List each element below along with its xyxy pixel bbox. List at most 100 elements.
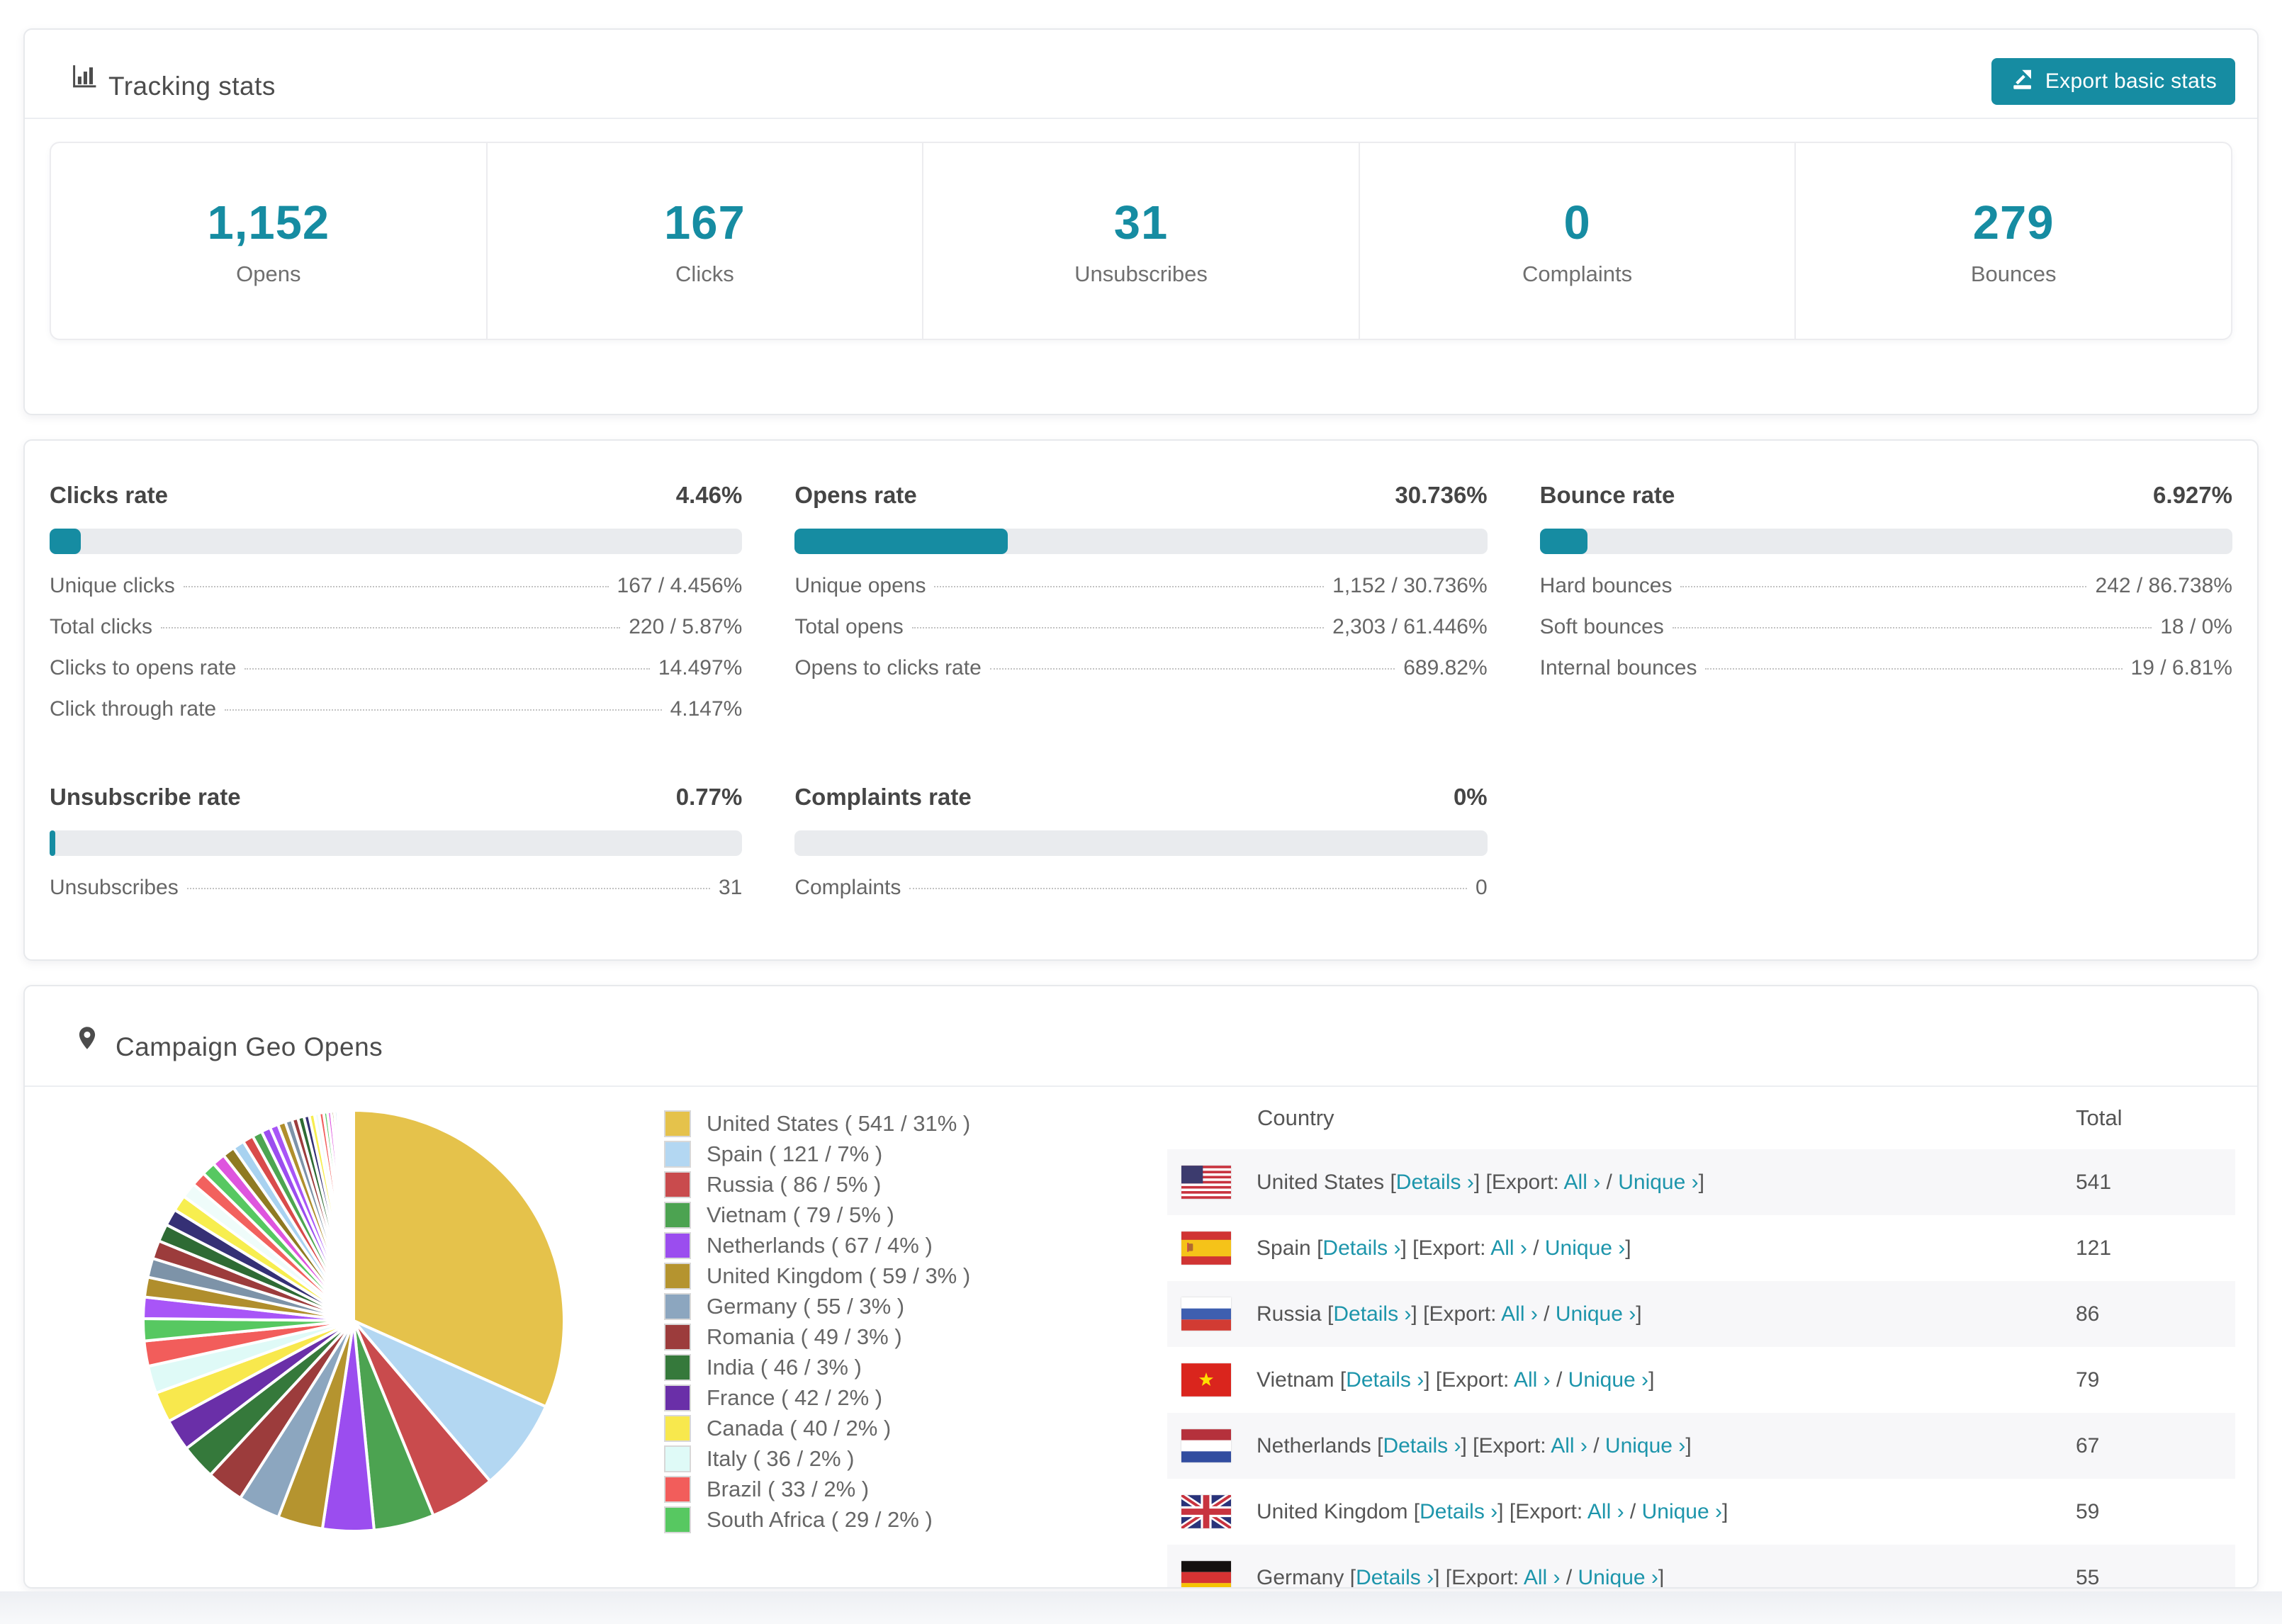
geo-row-total-cell: 79: [2076, 1368, 2100, 1392]
stat-label-complaints: Complaints: [1522, 261, 1633, 286]
country-name: United States: [1257, 1170, 1390, 1194]
campaign-geo-opens-card: Campaign Geo Opens United States ( 541 /…: [23, 985, 2259, 1589]
legend-label: Romania ( 49 / 3% ): [707, 1324, 902, 1349]
bracket: ] [: [1434, 1565, 1452, 1589]
legend-item-united-states: United States ( 541 / 31% ): [664, 1108, 970, 1139]
geo-row-country-cell: Russia [Details ›] [Export: All › / Uniq…: [1167, 1297, 2076, 1331]
legend-label: Brazil ( 33 / 2% ): [707, 1476, 870, 1501]
rate-row-value: 167 / 4.456%: [617, 574, 743, 597]
legend-label: Vietnam ( 79 / 5% ): [707, 1202, 894, 1227]
map-pin-icon: [74, 1022, 100, 1060]
total-column-header: Total: [2076, 1105, 2123, 1130]
export-all-link-vietnam[interactable]: All ›: [1514, 1368, 1551, 1392]
bracket: [: [1349, 1565, 1356, 1589]
legend-label: Netherlands ( 67 / 4% ): [707, 1232, 933, 1258]
country-column-header: Country: [1257, 1105, 1334, 1130]
stat-value-unsubscribes: 31: [1113, 196, 1169, 249]
export-unique-link-vietnam[interactable]: Unique ›: [1568, 1368, 1648, 1392]
summary-stats: 1,152 Opens 167 Clicks 31 Unsubscribes 0 Compla…: [50, 142, 2232, 340]
geo-row-text: United Kingdom [Details ›] [Export: All …: [1257, 1500, 1728, 1524]
export-all-link-united-states[interactable]: All ›: [1564, 1171, 1601, 1194]
bracket: ] [: [1400, 1236, 1419, 1260]
export-unique-link-russia[interactable]: Unique ›: [1556, 1302, 1636, 1326]
export-unique-link-united-states[interactable]: Unique ›: [1618, 1171, 1698, 1194]
details-link-germany[interactable]: Details ›: [1356, 1566, 1434, 1588]
bracket: ]: [1636, 1302, 1642, 1326]
rate-row-unique-clicks: Unique clicks 167 / 4.456%: [50, 574, 742, 615]
export-prefix-label: Export:: [1515, 1499, 1587, 1523]
rate-row-unique-opens: Unique opens 1,152 / 30.736%: [794, 574, 1487, 615]
export-prefix-label: Export:: [1429, 1302, 1502, 1326]
export-basic-stats-button[interactable]: Export basic stats: [1991, 58, 2235, 105]
details-link-netherlands[interactable]: Details ›: [1383, 1434, 1461, 1457]
export-prefix-label: Export:: [1478, 1433, 1551, 1457]
export-unique-link-united-kingdom[interactable]: Unique ›: [1642, 1500, 1722, 1523]
geo-row-text: Vietnam [Details ›] [Export: All › / Uni…: [1257, 1368, 1654, 1392]
bracket: ] [: [1411, 1302, 1429, 1326]
bracket: ] [: [1424, 1368, 1442, 1392]
rate-row-internal-bounces: Internal bounces 19 / 6.81%: [1540, 656, 2232, 697]
export-all-link-spain[interactable]: All ›: [1490, 1236, 1527, 1260]
bracket: ]: [1658, 1565, 1665, 1589]
export-unique-link-netherlands[interactable]: Unique ›: [1605, 1434, 1685, 1457]
legend-label: France ( 42 / 2% ): [707, 1385, 883, 1410]
export-prefix-label: Export:: [1451, 1565, 1524, 1589]
legend-swatch-romania: [664, 1323, 691, 1350]
country-name: United Kingdom: [1257, 1499, 1414, 1523]
rate-title-clicks-rate: Clicks rate: [50, 482, 168, 508]
rate-row-label: Internal bounces: [1539, 656, 1697, 680]
rate-title-unsubscribe-rate: Unsubscribe rate: [50, 784, 241, 810]
pie-slice-other-40[interactable]: [351, 1108, 355, 1322]
legend-label: Italy ( 36 / 2% ): [707, 1445, 855, 1471]
rate-row-label: Click through rate: [50, 697, 217, 721]
legend-swatch-italy: [664, 1445, 691, 1472]
geo-table-row-russia: Russia [Details ›] [Export: All › / Uniq…: [1167, 1281, 2235, 1347]
export-all-link-united-kingdom[interactable]: All ›: [1587, 1500, 1624, 1523]
rate-panel-head-complaints-rate: Complaints rate 0%: [794, 784, 1487, 811]
export-unique-link-spain[interactable]: Unique ›: [1545, 1236, 1625, 1260]
flag-de-icon: [1181, 1561, 1231, 1587]
rate-row-clicks-to-opens-rate: Clicks to opens rate 14.497%: [50, 656, 742, 697]
page-title: Tracking stats: [108, 72, 276, 101]
legend-label: Canada ( 40 / 2% ): [707, 1415, 892, 1440]
country-name: Spain: [1257, 1236, 1317, 1260]
legend-swatch-france: [664, 1384, 691, 1411]
legend-item-romania: Romania ( 49 / 3% ): [664, 1321, 970, 1352]
geo-opens-table: Country Total United States [Details ›] …: [1167, 1087, 2235, 1589]
rate-row-value: 31: [718, 876, 743, 899]
rate-value-unsubscribe-rate: 0.77%: [675, 784, 743, 810]
flag-nl-icon: [1181, 1429, 1231, 1462]
geo-table-row-germany: Germany [Details ›] [Export: All › / Uni…: [1167, 1545, 2235, 1589]
rate-row-label: Total opens: [794, 615, 904, 638]
geo-row-text: Germany [Details ›] [Export: All › / Uni…: [1257, 1565, 1665, 1589]
tracking-stats-card: Tracking stats Export basic stats 1,152 O…: [23, 28, 2259, 415]
export-all-link-russia[interactable]: All ›: [1501, 1302, 1538, 1326]
country-name: Netherlands: [1257, 1433, 1378, 1457]
export-unique-link-germany[interactable]: Unique ›: [1578, 1566, 1658, 1588]
export-prefix-label: Export:: [1441, 1368, 1514, 1392]
legend-item-russia: Russia ( 86 / 5% ): [664, 1169, 970, 1200]
details-link-russia[interactable]: Details ›: [1333, 1302, 1411, 1326]
export-all-link-germany[interactable]: All ›: [1524, 1566, 1561, 1588]
bracket: ]: [1625, 1236, 1631, 1260]
rate-row-value: 14.497%: [658, 656, 743, 680]
stat-value-bounces: 279: [1972, 196, 2055, 249]
rate-row-click-through-rate: Click through rate 4.147%: [50, 697, 742, 738]
geo-opens-pie-chart: [142, 1108, 566, 1533]
stat-label-bounces: Bounces: [1970, 261, 2057, 286]
bracket: ] [: [1473, 1170, 1492, 1194]
rates-card: Clicks rate 4.46% Unique clicks 167 / 4.456…: [23, 439, 2259, 961]
export-prefix-label: Export:: [1491, 1170, 1564, 1194]
geo-row-country-cell: Vietnam [Details ›] [Export: All › / Uni…: [1167, 1363, 2076, 1397]
details-link-spain[interactable]: Details ›: [1322, 1236, 1400, 1260]
geo-row-total-cell: 86: [2076, 1302, 2100, 1326]
geo-row-text: Spain [Details ›] [Export: All › / Uniqu…: [1257, 1236, 1631, 1261]
details-link-vietnam[interactable]: Details ›: [1346, 1368, 1424, 1392]
rate-value-opens-rate: 30.736%: [1395, 482, 1488, 508]
export-all-link-netherlands[interactable]: All ›: [1551, 1434, 1587, 1457]
details-link-united-states[interactable]: Details ›: [1396, 1171, 1474, 1194]
rate-rows-opens-rate: Unique opens 1,152 / 30.736% Total opens 2,…: [794, 574, 1487, 697]
details-link-united-kingdom[interactable]: Details ›: [1420, 1500, 1497, 1523]
link-separator: /: [1527, 1236, 1545, 1260]
geo-table-row-vietnam: Vietnam [Details ›] [Export: All › / Uni…: [1167, 1347, 2235, 1413]
